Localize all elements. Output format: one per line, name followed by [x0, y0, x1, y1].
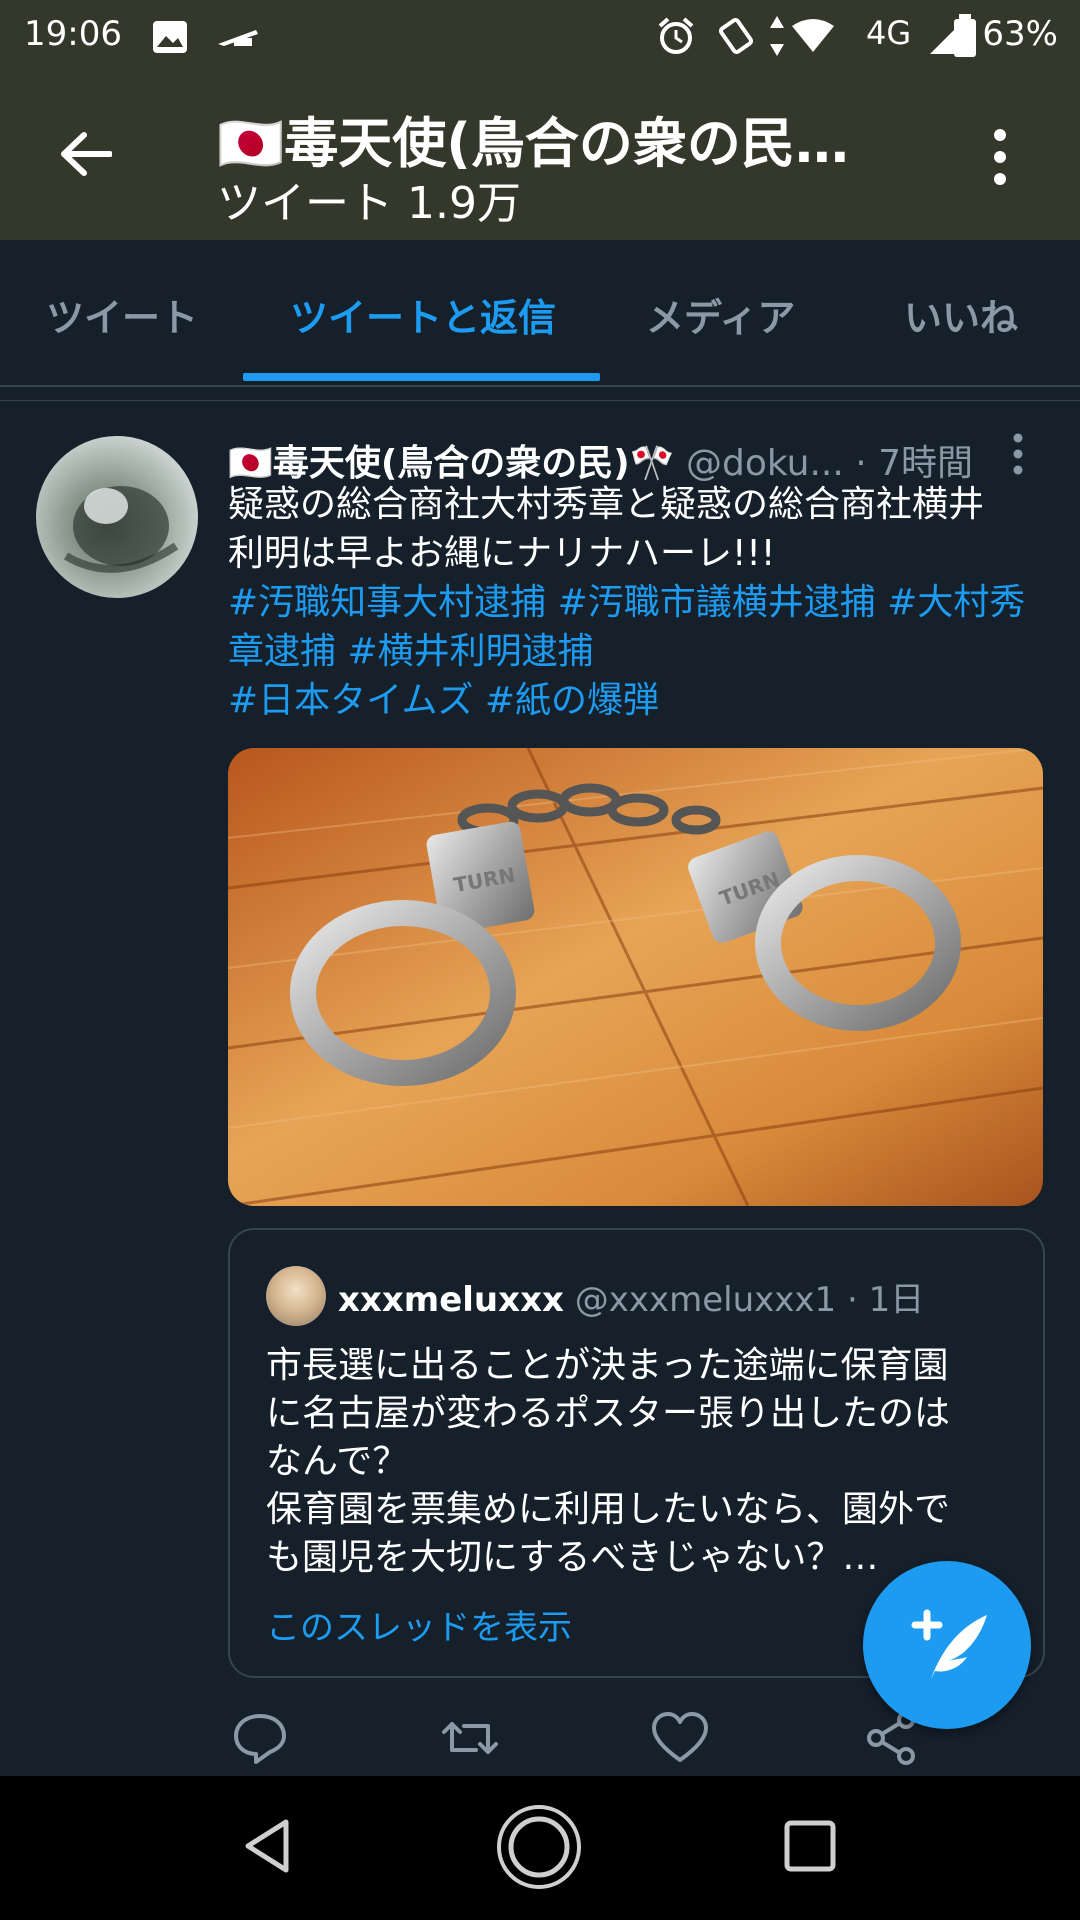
tweet-image[interactable]: TURN TURN	[228, 748, 1043, 1206]
retweet-icon[interactable]	[440, 1710, 500, 1766]
battery-icon	[954, 14, 976, 57]
quoted-author-name: xxxmeluxxx	[338, 1280, 564, 1320]
tweet-text-line: 利明は早よお縄にナリナハーレ!!!	[228, 533, 776, 574]
heart-icon[interactable]	[650, 1710, 710, 1766]
home-nav-icon[interactable]	[496, 1804, 582, 1890]
avatar[interactable]	[36, 436, 198, 598]
tab-tweets-replies[interactable]: ツイートと返信	[290, 287, 556, 342]
wifi-icon	[792, 19, 834, 52]
profile-tabs: ツイート ツイートと返信 メディア いいね	[0, 240, 1080, 387]
tweet-header: 🇯🇵毒天使(鳥合の衆の民)🎌 @doku... · 7時間	[228, 434, 973, 486]
hashtag-line[interactable]: #日本タイムズ #紙の爆弾	[228, 676, 1038, 725]
quoted-text-line: なんで？	[266, 1441, 409, 1482]
tweet-time: · 7時間	[855, 443, 974, 484]
alarm-icon	[658, 17, 694, 54]
quoted-header: xxxmeluxxx @xxxmeluxxx1 · 1日	[338, 1272, 924, 1321]
tweet-text: 疑惑の総合商社大村秀章と疑惑の総合商社横井 利明は早よお縄にナリナハーレ!!! …	[228, 480, 1038, 725]
vibrate-icon	[718, 17, 754, 55]
system-nav-bar	[0, 1776, 1080, 1920]
compose-button[interactable]	[863, 1561, 1031, 1729]
gallery-notification-icon	[153, 21, 187, 53]
vertical-dots-icon[interactable]	[990, 127, 1010, 187]
quoted-text: 市長選に出ることが決まった途端に保育園 に名古屋が変わるポスター張り出したのは …	[266, 1342, 1006, 1582]
handcuffs-image: TURN TURN	[228, 748, 1043, 1206]
quoted-avatar	[266, 1266, 326, 1326]
hashtag-line[interactable]: 章逮捕 #横井利明逮捕	[228, 627, 1038, 676]
profile-header: 🇯🇵毒天使(鳥合の衆の民… ツイート 1.9万	[0, 75, 1080, 240]
quoted-text-line: 保育園を票集めに利用したいなら、園外で	[266, 1489, 951, 1530]
tweet-author-handle: @doku...	[686, 443, 844, 484]
show-thread-link[interactable]: このスレッドを表示	[266, 1600, 572, 1649]
tweet-author-name[interactable]: 🇯🇵毒天使(鳥合の衆の民)🎌	[228, 443, 675, 484]
active-tab-indicator	[243, 373, 600, 381]
battery-percent: 63%	[982, 14, 1058, 54]
tweet-text-line: 疑惑の総合商社大村秀章と疑惑の総合商社横井	[228, 484, 985, 525]
data-activity-icon	[770, 16, 784, 56]
network-type: 4G	[866, 14, 912, 52]
arrow-left-icon[interactable]	[58, 131, 112, 177]
app-notification-icon	[218, 30, 258, 46]
compose-feather-icon	[911, 1609, 987, 1679]
recents-nav-icon[interactable]	[784, 1820, 836, 1872]
divider	[0, 400, 1080, 401]
tweet-more-icon[interactable]	[1006, 432, 1030, 476]
back-nav-icon[interactable]	[242, 1818, 292, 1874]
avatar-photo	[63, 486, 179, 573]
reply-icon[interactable]	[230, 1710, 290, 1766]
quoted-author-handle: @xxxmeluxxx1	[574, 1280, 837, 1320]
tweet-count: ツイート 1.9万	[217, 178, 521, 229]
tab-tweets[interactable]: ツイート	[46, 287, 198, 342]
hashtag-line[interactable]: #汚職知事大村逮捕 #汚職市議横井逮捕 #大村秀	[228, 578, 1038, 627]
status-time: 19:06	[24, 14, 122, 54]
quoted-text-line: 市長選に出ることが決まった途端に保育園	[266, 1345, 949, 1386]
quoted-time: · 1日	[846, 1280, 925, 1320]
tab-likes[interactable]: いいね	[904, 287, 1018, 342]
status-bar: 19:06 4G 63%	[0, 0, 1080, 75]
tab-media[interactable]: メディア	[646, 287, 795, 342]
quoted-text-line: に名古屋が変わるポスター張り出したのは	[266, 1393, 951, 1434]
